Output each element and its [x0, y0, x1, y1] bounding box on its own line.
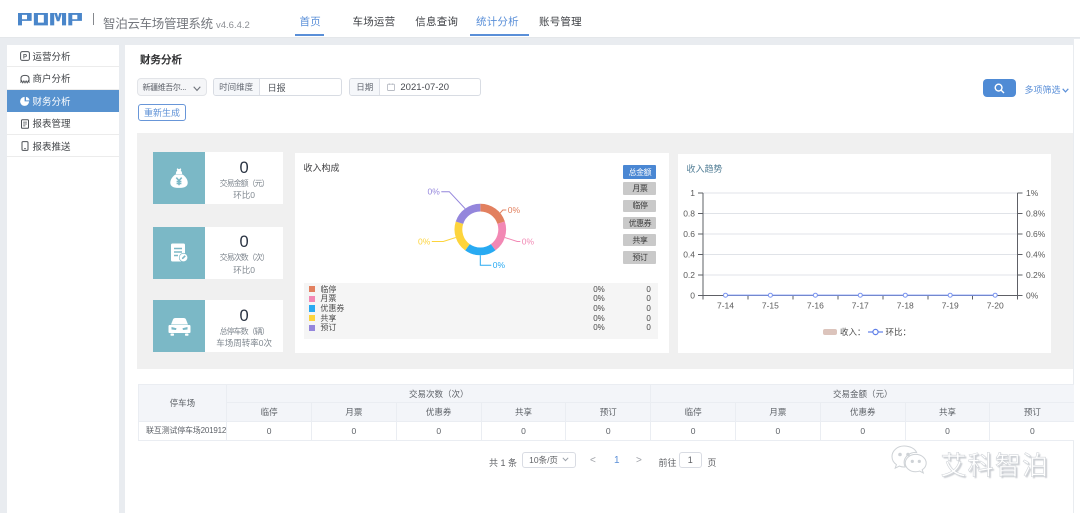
svg-text:7-14: 7-14	[717, 300, 734, 310]
svg-text:0: 0	[690, 290, 695, 300]
svg-text:0.2: 0.2	[683, 270, 695, 280]
svg-text:7-16: 7-16	[807, 300, 824, 310]
svg-text:0%: 0%	[1026, 290, 1039, 300]
svg-text:0%: 0%	[507, 205, 520, 215]
svg-text:0%: 0%	[521, 236, 534, 246]
svg-text:0.8: 0.8	[683, 208, 695, 218]
svg-text:0%: 0%	[418, 236, 431, 246]
svg-text:7-17: 7-17	[852, 300, 869, 310]
svg-text:0.8%: 0.8%	[1026, 208, 1046, 218]
svg-text:1: 1	[690, 188, 695, 198]
svg-text:0%: 0%	[427, 186, 440, 196]
svg-text:1%: 1%	[1026, 188, 1039, 198]
svg-text:0.4: 0.4	[683, 249, 695, 259]
svg-text:0.6%: 0.6%	[1026, 229, 1046, 239]
svg-text:7-19: 7-19	[942, 300, 959, 310]
svg-text:0%: 0%	[492, 260, 505, 270]
svg-text:7-20: 7-20	[987, 300, 1004, 310]
svg-text:0.2%: 0.2%	[1026, 270, 1046, 280]
svg-text:P: P	[22, 54, 26, 60]
svg-text:0.6: 0.6	[683, 229, 695, 239]
svg-text:0.4%: 0.4%	[1026, 249, 1046, 259]
svg-text:7-15: 7-15	[762, 300, 779, 310]
svg-text:7-18: 7-18	[897, 300, 914, 310]
